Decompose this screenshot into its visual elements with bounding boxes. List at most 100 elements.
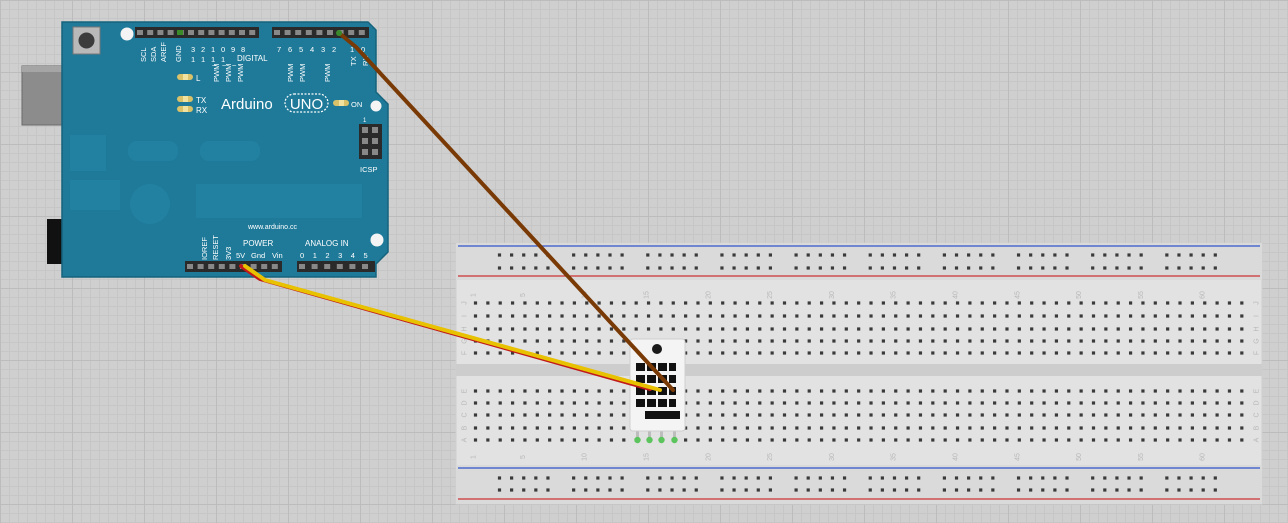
breadboard-hole[interactable] — [1128, 389, 1133, 393]
breadboard-hole[interactable] — [991, 253, 995, 257]
breadboard-hole[interactable] — [560, 351, 564, 355]
breadboard-hole[interactable] — [1067, 389, 1071, 393]
breadboard-hole[interactable] — [708, 301, 712, 305]
breadboard-hole[interactable] — [523, 314, 527, 318]
breadboard-hole[interactable] — [1141, 314, 1145, 318]
breadboard-hole[interactable] — [931, 401, 935, 405]
breadboard-hole[interactable] — [608, 253, 612, 257]
breadboard-hole[interactable] — [1104, 339, 1108, 343]
breadboard-hole[interactable] — [807, 327, 811, 331]
header-pin[interactable] — [228, 30, 235, 35]
breadboard-hole[interactable] — [770, 426, 774, 430]
breadboard-hole[interactable] — [832, 426, 836, 430]
header-pin[interactable] — [208, 264, 215, 269]
breadboard-hole[interactable] — [694, 488, 698, 492]
breadboard-hole[interactable] — [535, 413, 539, 417]
breadboard-hole[interactable] — [868, 253, 872, 257]
breadboard-hole[interactable] — [572, 476, 576, 480]
breadboard-hole[interactable] — [696, 339, 700, 343]
breadboard-hole[interactable] — [844, 401, 848, 405]
breadboard-hole[interactable] — [535, 426, 539, 430]
breadboard-hole[interactable] — [522, 266, 526, 270]
breadboard-hole[interactable] — [658, 266, 662, 270]
breadboard-hole[interactable] — [782, 401, 787, 405]
breadboard-hole[interactable] — [609, 314, 614, 318]
breadboard-hole[interactable] — [832, 413, 836, 417]
breadboard-hole[interactable] — [1005, 413, 1009, 417]
breadboard-hole[interactable] — [548, 426, 552, 430]
breadboard-hole[interactable] — [1215, 426, 1219, 430]
breadboard-hole[interactable] — [523, 339, 527, 343]
breadboard-hole[interactable] — [1213, 476, 1217, 480]
breadboard-hole[interactable] — [548, 351, 552, 355]
breadboard-hole[interactable] — [807, 401, 811, 405]
breadboard-hole[interactable] — [745, 327, 750, 331]
breadboard-hole[interactable] — [906, 389, 910, 393]
breadboard-hole[interactable] — [795, 327, 799, 331]
breadboard-hole[interactable] — [1128, 351, 1133, 355]
breadboard-hole[interactable] — [993, 401, 997, 405]
breadboard-hole[interactable] — [1215, 413, 1219, 417]
breadboard-hole[interactable] — [1005, 389, 1009, 393]
breadboard-hole[interactable] — [1165, 488, 1169, 492]
breadboard-hole[interactable] — [857, 351, 861, 355]
breadboard-hole[interactable] — [806, 488, 810, 492]
breadboard-hole[interactable] — [1030, 438, 1034, 442]
breadboard-hole[interactable] — [560, 389, 564, 393]
breadboard-hole[interactable] — [708, 351, 712, 355]
breadboard-hole[interactable] — [1041, 253, 1045, 257]
breadboard-hole[interactable] — [1128, 426, 1133, 430]
breadboard-hole[interactable] — [597, 401, 601, 405]
breadboard-hole[interactable] — [1178, 301, 1182, 305]
breadboard-hole[interactable] — [1005, 339, 1009, 343]
breadboard-hole[interactable] — [546, 488, 550, 492]
breadboard-hole[interactable] — [1189, 476, 1193, 480]
breadboard-hole[interactable] — [560, 401, 564, 405]
breadboard-hole[interactable] — [745, 426, 750, 430]
breadboard-hole[interactable] — [931, 389, 935, 393]
header-pin[interactable] — [218, 30, 225, 35]
breadboard-hole[interactable] — [1166, 327, 1170, 331]
breadboard-hole[interactable] — [733, 438, 737, 442]
breadboard-hole[interactable] — [523, 327, 527, 331]
breadboard-hole[interactable] — [473, 327, 478, 331]
breadboard-hole[interactable] — [1203, 327, 1207, 331]
breadboard-hole[interactable] — [844, 314, 848, 318]
breadboard-hole[interactable] — [597, 301, 601, 305]
header-pin[interactable] — [327, 30, 333, 35]
breadboard-hole[interactable] — [732, 488, 736, 492]
breadboard-hole[interactable] — [1054, 339, 1059, 343]
breadboard-hole[interactable] — [954, 253, 959, 257]
breadboard-hole[interactable] — [646, 301, 651, 305]
breadboard-hole[interactable] — [1042, 351, 1046, 355]
breadboard-hole[interactable] — [880, 488, 884, 492]
breadboard-hole[interactable] — [1091, 401, 1096, 405]
breadboard-hole[interactable] — [1091, 339, 1096, 343]
breadboard-hole[interactable] — [585, 339, 589, 343]
breadboard-hole[interactable] — [1029, 266, 1033, 270]
breadboard-hole[interactable] — [1030, 413, 1034, 417]
breadboard-hole[interactable] — [917, 266, 921, 270]
breadboard-hole[interactable] — [782, 389, 787, 393]
breadboard-hole[interactable] — [1166, 438, 1170, 442]
header-pin[interactable] — [284, 30, 291, 35]
breadboard-hole[interactable] — [1116, 339, 1120, 343]
breadboard-hole[interactable] — [1141, 301, 1145, 305]
breadboard-hole[interactable] — [1042, 314, 1046, 318]
breadboard-hole[interactable] — [622, 401, 626, 405]
header-pin[interactable] — [358, 30, 365, 35]
breadboard-hole[interactable] — [1104, 426, 1108, 430]
breadboard-hole[interactable] — [807, 339, 811, 343]
breadboard-hole[interactable] — [609, 301, 614, 305]
breadboard-hole[interactable] — [1166, 351, 1170, 355]
breadboard-hole[interactable] — [819, 339, 824, 343]
breadboard-hole[interactable] — [881, 401, 885, 405]
breadboard-hole[interactable] — [894, 351, 898, 355]
breadboard-hole[interactable] — [1017, 438, 1021, 442]
breadboard-hole[interactable] — [795, 339, 799, 343]
breadboard-hole[interactable] — [906, 339, 910, 343]
breadboard-hole[interactable] — [721, 351, 725, 355]
breadboard-hole[interactable] — [1227, 426, 1232, 430]
breadboard-hole[interactable] — [546, 476, 550, 480]
breadboard-hole[interactable] — [597, 438, 601, 442]
